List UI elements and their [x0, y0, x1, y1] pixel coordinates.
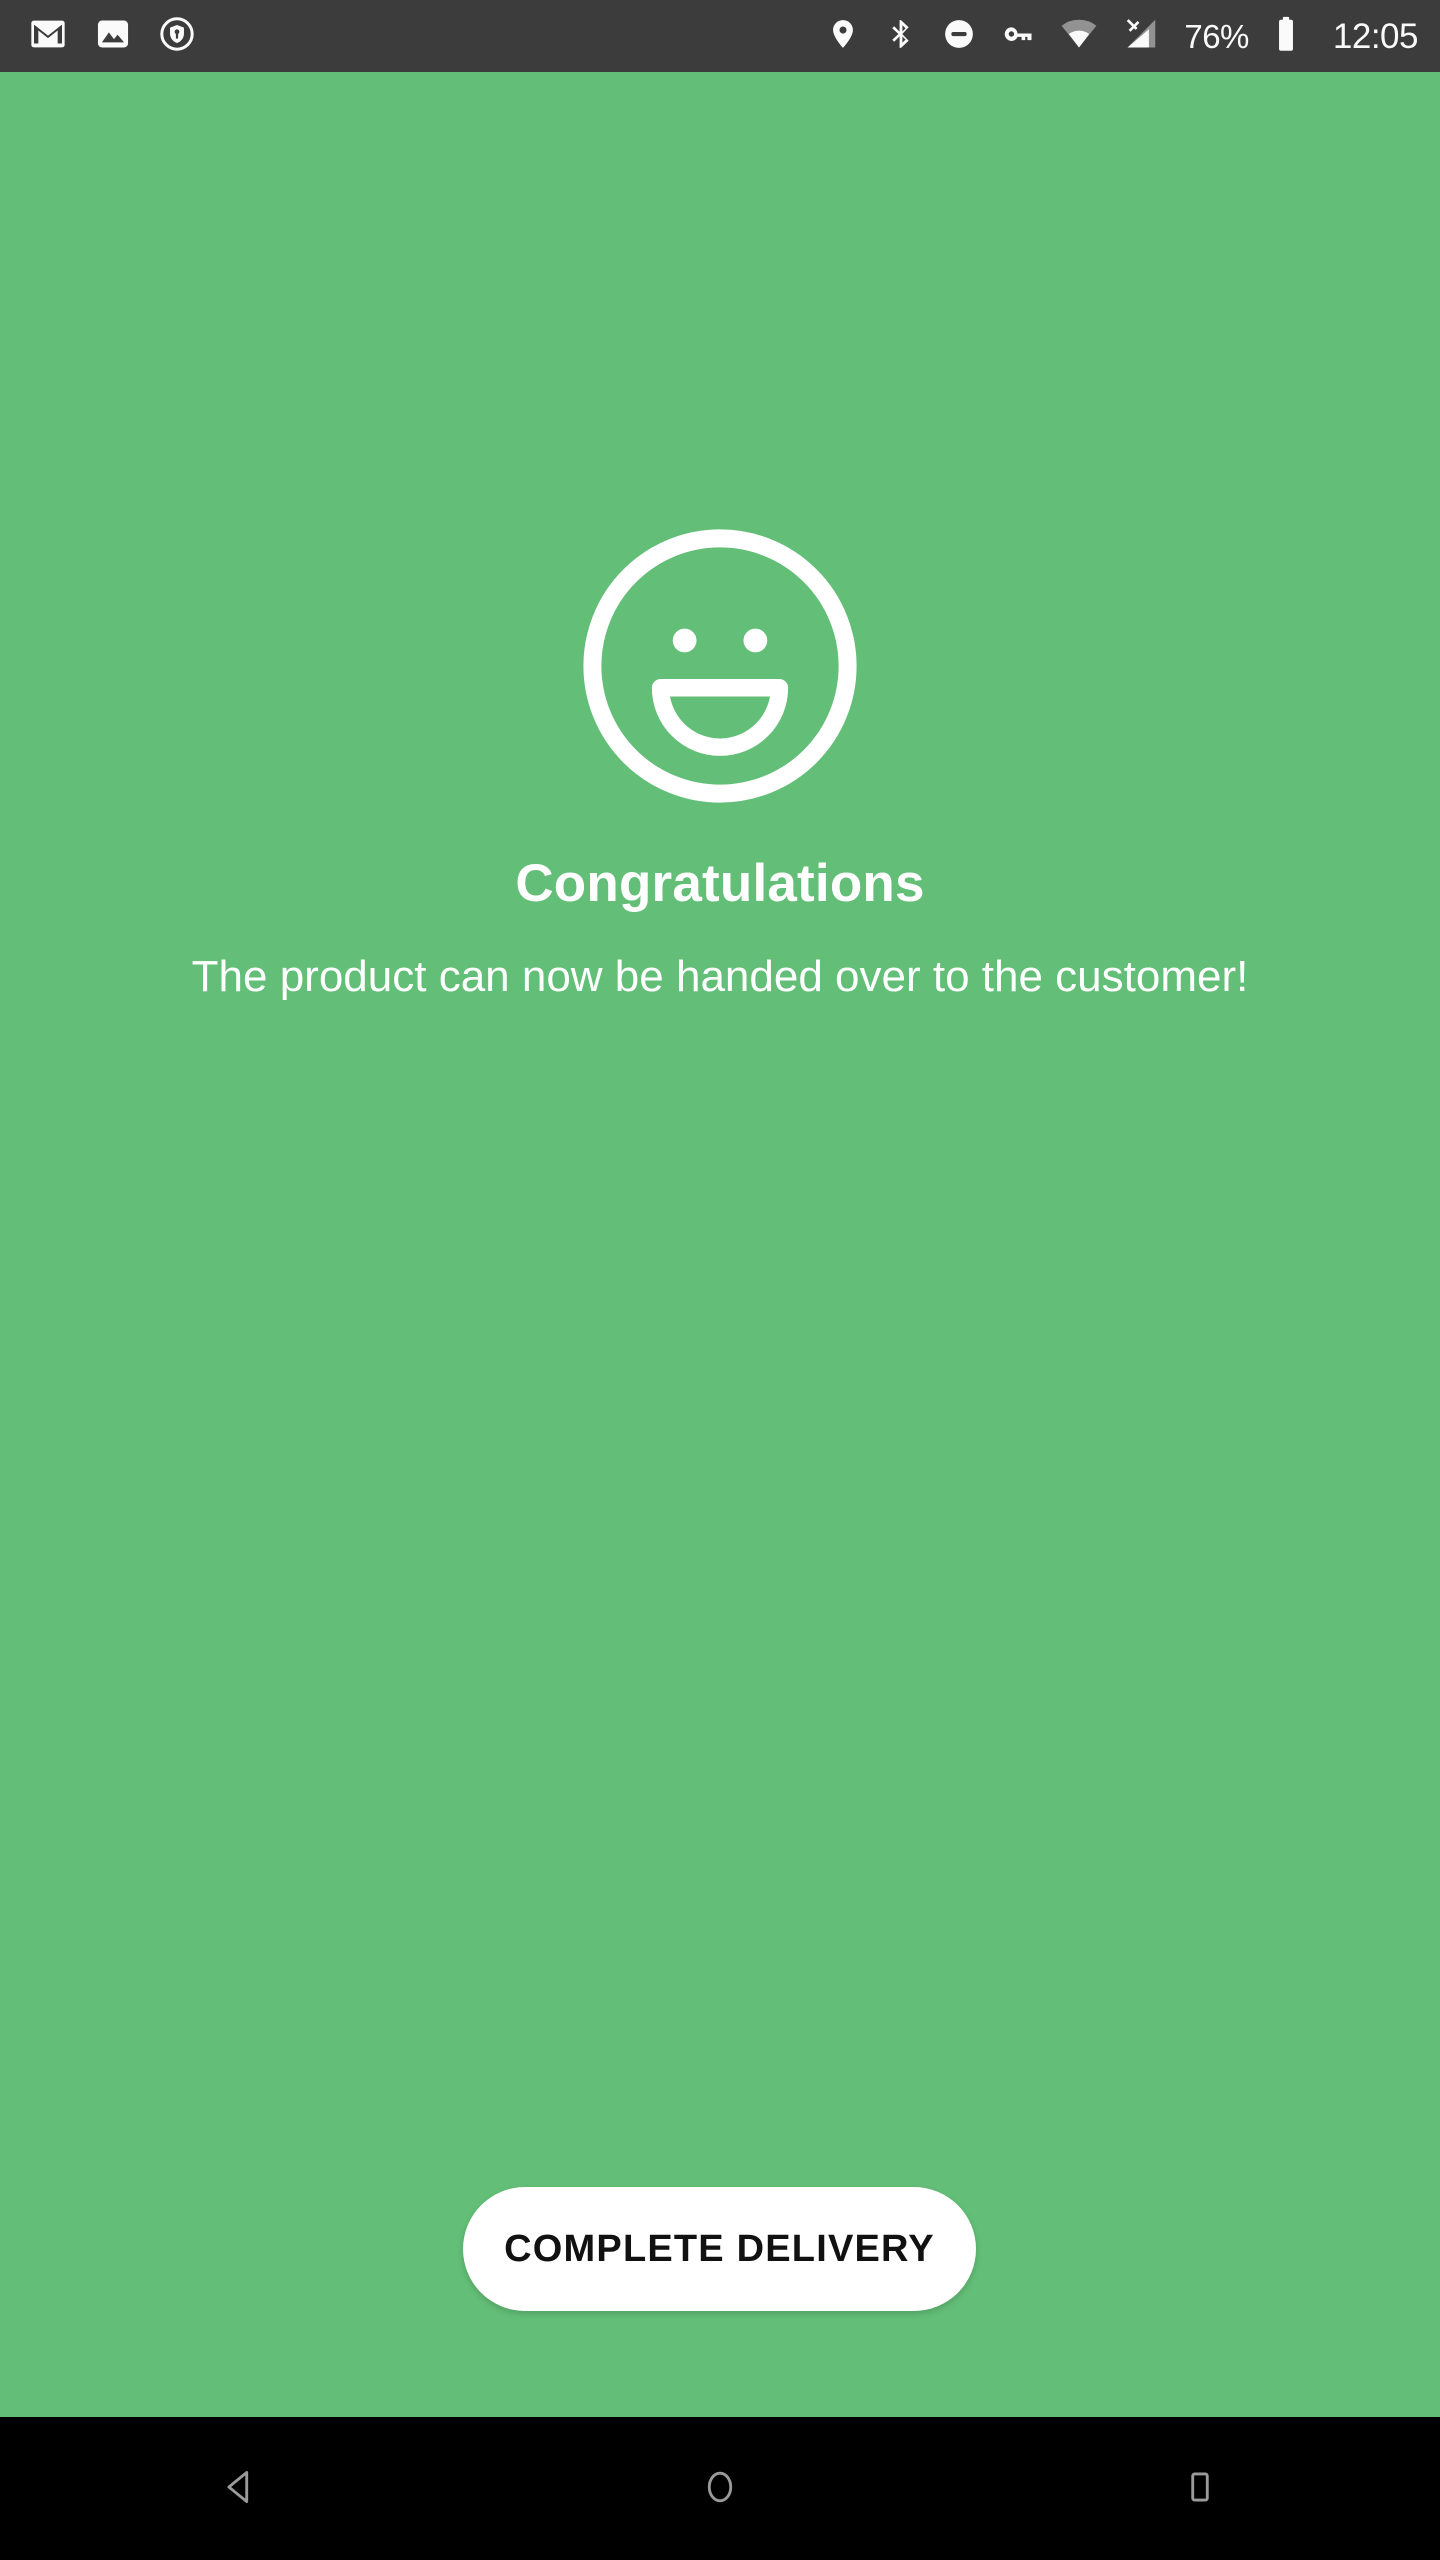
back-triangle-icon [217, 2464, 263, 2513]
cellular-no-sim-icon [1122, 15, 1160, 58]
status-bar-clock: 12:05 [1332, 16, 1419, 56]
do-not-disturb-icon [942, 17, 976, 56]
success-screen-content: Congratulations The product can now be h… [0, 72, 1440, 2417]
battery-percentage: 76% [1184, 17, 1249, 55]
nav-home-button[interactable] [480, 2417, 960, 2560]
smiley-face-icon [583, 529, 857, 803]
page-subtitle: The product can now be handed over to th… [191, 952, 1249, 1002]
android-navigation-bar [0, 2417, 1440, 2560]
nav-back-button[interactable] [0, 2417, 480, 2560]
status-bar-notifications [28, 14, 196, 59]
location-icon [826, 17, 860, 56]
confirmation-hero: Congratulations The product can now be h… [0, 72, 1440, 1452]
vpn-key-icon [1000, 16, 1036, 57]
bluetooth-icon [884, 17, 918, 56]
home-circle-icon [697, 2464, 743, 2513]
complete-delivery-button[interactable]: COMPLETE DELIVERY [463, 2187, 976, 2311]
status-bar: 76% 12:05 [0, 0, 1440, 72]
gmail-icon [28, 14, 68, 59]
wifi-icon [1060, 15, 1098, 58]
photos-icon [94, 15, 132, 58]
page-title: Congratulations [515, 854, 925, 914]
status-bar-system-icons: 76% 12:05 [826, 15, 1419, 58]
recents-square-icon [1177, 2464, 1223, 2513]
password-shield-icon [158, 15, 196, 58]
phone-screen: 76% 12:05 Congratulations The product ca… [0, 0, 1440, 2560]
nav-recents-button[interactable] [960, 2417, 1440, 2560]
battery-icon [1273, 15, 1299, 58]
